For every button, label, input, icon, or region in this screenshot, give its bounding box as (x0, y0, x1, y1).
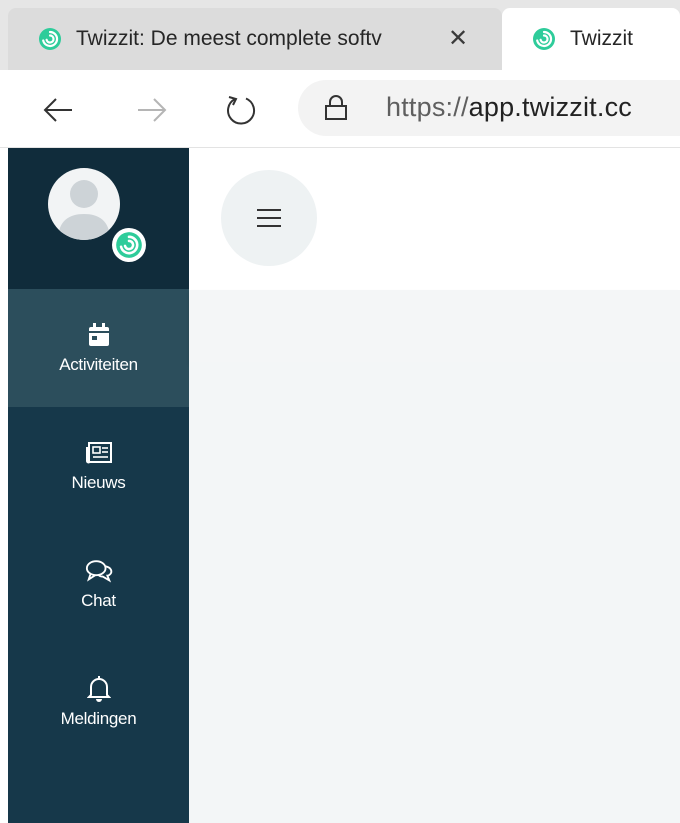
sidebar: Activiteiten Nieuws Chat Meldingen (8, 148, 189, 823)
sub-header-bar (189, 290, 680, 362)
sidebar-item-meldingen[interactable]: Meldingen (8, 643, 189, 761)
sidebar-item-activiteiten[interactable]: Activiteiten (8, 289, 189, 407)
hamburger-menu-icon (257, 209, 281, 227)
user-avatar-icon (58, 180, 110, 240)
twizzit-favicon-icon (39, 28, 61, 50)
sidebar-item-label: Activiteiten (59, 355, 138, 374)
sidebar-item-label: Chat (81, 591, 116, 610)
reload-icon (227, 96, 256, 125)
twizzit-badge (112, 228, 146, 262)
menu-button[interactable] (221, 170, 317, 266)
browser-navbar: https://app.twizzit.cc (0, 70, 680, 148)
tab-title: Twizzit (570, 27, 633, 50)
sidebar-item-nieuws[interactable]: Nieuws (8, 407, 189, 525)
bell-icon (85, 675, 113, 703)
avatar[interactable] (48, 168, 120, 240)
reload-button[interactable] (222, 90, 262, 130)
lock-icon (325, 95, 347, 120)
url-text: https://app.twizzit.cc (386, 92, 632, 122)
sidebar-item-label: Nieuws (71, 473, 126, 492)
twizzit-logo-icon (116, 232, 142, 258)
content-area (189, 362, 680, 823)
calendar-icon (85, 321, 113, 349)
close-tab-icon[interactable]: ✕ (448, 27, 468, 51)
profile-area (8, 148, 189, 289)
chat-icon (85, 557, 113, 585)
browser-tab-twizzit-site[interactable]: Twizzit: De meest complete softv ✕ (8, 8, 502, 70)
sidebar-item-label: Meldingen (60, 709, 137, 728)
sidebar-item-chat[interactable]: Chat (8, 525, 189, 643)
main-header (189, 148, 680, 290)
arrow-right-icon (138, 98, 167, 122)
arrow-left-icon (43, 98, 72, 122)
browser-tabstrip: Twizzit: De meest complete softv ✕ Twizz… (0, 0, 680, 70)
address-bar[interactable]: https://app.twizzit.cc (298, 80, 680, 136)
tab-title: Twizzit: De meest complete softv (76, 27, 382, 50)
browser-tab-twizzit-app[interactable]: Twizzit (502, 8, 680, 70)
twizzit-favicon-icon (533, 28, 555, 50)
back-button[interactable] (38, 90, 78, 130)
newspaper-icon (85, 439, 113, 467)
forward-button[interactable] (132, 90, 172, 130)
